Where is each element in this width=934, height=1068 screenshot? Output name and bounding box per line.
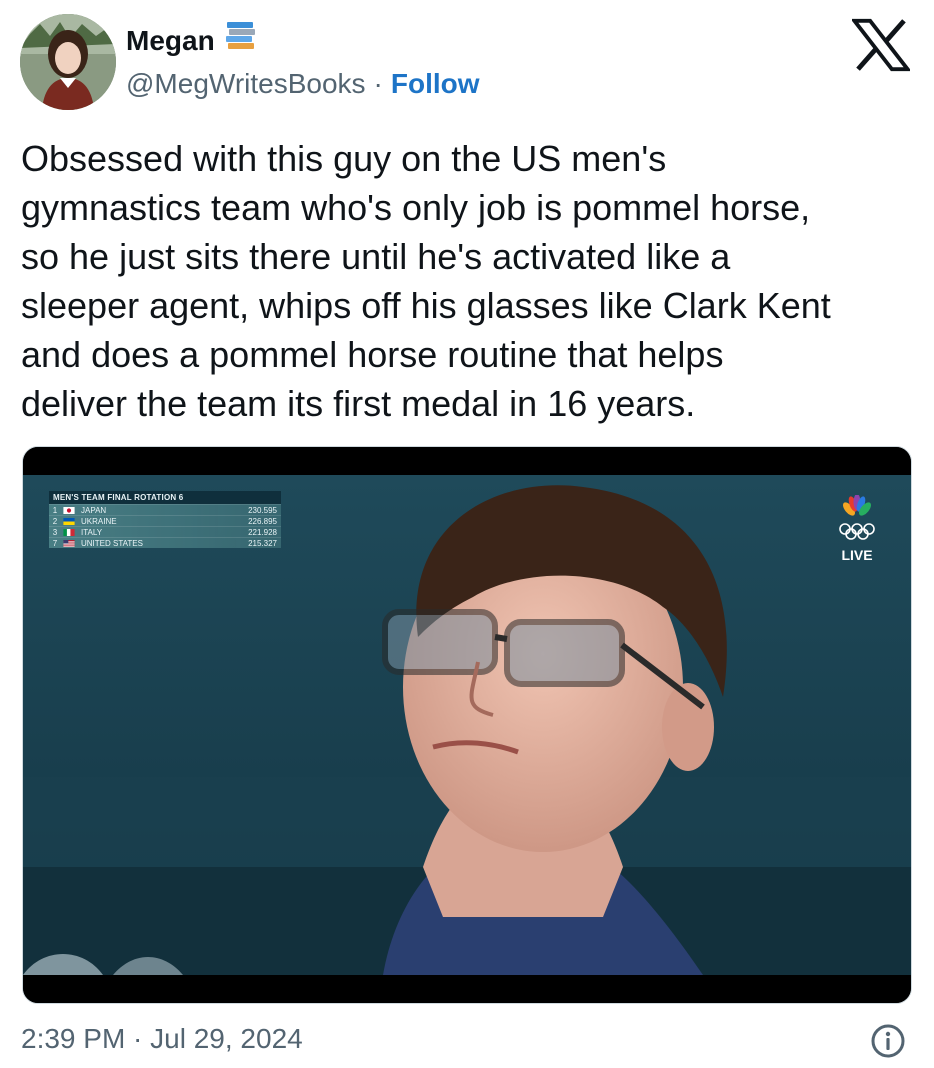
usa-flag-icon — [63, 539, 75, 547]
nbc-peacock-icon — [843, 494, 871, 516]
author-display-name[interactable]: Megan — [126, 21, 215, 61]
scoreboard-score: 221.928 — [248, 527, 277, 537]
scoreboard-score: 215.327 — [248, 538, 277, 548]
scoreboard-row: 2 UKRAINE 226.895 — [49, 515, 281, 526]
scoreboard-rank: 1 — [52, 505, 58, 515]
scoreboard-score: 226.895 — [248, 516, 277, 526]
author-handle-row: @MegWritesBooks · Follow — [126, 64, 480, 104]
japan-flag-icon — [63, 506, 75, 514]
author-display-name-row[interactable]: Megan — [126, 20, 257, 61]
scoreboard-row: 3 ITALY 221.928 — [49, 526, 281, 537]
scoreboard-country: JAPAN — [81, 505, 107, 515]
tweet-text: Obsessed with this guy on the US men's g… — [21, 138, 831, 424]
tweet-media[interactable]: MEN'S TEAM FINAL ROTATION 6 1 JAPAN 230.… — [22, 446, 912, 1004]
broadcast-bug: LIVE — [833, 494, 881, 563]
scoreboard-row: 1 JAPAN 230.595 — [49, 504, 281, 515]
scoreboard-rank: 2 — [52, 516, 58, 526]
tweet-timestamp[interactable]: 2:39 PM · Jul 29, 2024 — [21, 1019, 303, 1059]
scoreboard-overlay: MEN'S TEAM FINAL ROTATION 6 1 JAPAN 230.… — [49, 491, 281, 548]
books-emoji-icon — [225, 20, 257, 61]
scoreboard-row: 7 UNITED STATES 215.327 — [49, 537, 281, 548]
avatar[interactable] — [20, 14, 116, 110]
scoreboard-title: MEN'S TEAM FINAL ROTATION 6 — [49, 491, 281, 504]
separator: · — [373, 68, 383, 99]
live-label: LIVE — [841, 547, 873, 563]
follow-button[interactable]: Follow — [391, 64, 480, 104]
scoreboard-rank: 7 — [52, 538, 58, 548]
scoreboard-score: 230.595 — [248, 505, 277, 515]
info-icon[interactable] — [870, 1023, 906, 1059]
author-handle[interactable]: @MegWritesBooks — [126, 64, 366, 104]
ukraine-flag-icon — [63, 517, 75, 525]
scoreboard-country: UNITED STATES — [81, 538, 143, 548]
x-logo-icon[interactable] — [852, 18, 910, 72]
scoreboard-country: UKRAINE — [81, 516, 117, 526]
scoreboard-rank: 3 — [52, 527, 58, 537]
scoreboard-country: ITALY — [81, 527, 103, 537]
olympic-rings-icon — [839, 523, 875, 540]
italy-flag-icon — [63, 528, 75, 536]
